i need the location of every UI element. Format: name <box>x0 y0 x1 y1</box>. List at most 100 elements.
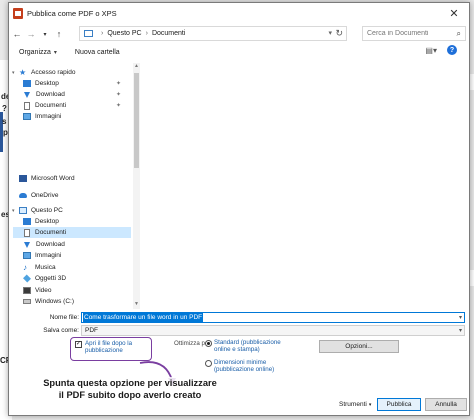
radio-minimum[interactable] <box>205 360 212 367</box>
nav-pc-download[interactable]: Download <box>13 239 131 250</box>
annotation-callout: Spunta questa opzione per visualizzare i… <box>10 377 250 401</box>
nav-pc-documents[interactable]: Documenti <box>13 227 131 238</box>
filetype-label: Salva come: <box>43 326 79 334</box>
nav-quick-desktop[interactable]: Desktop ✦ <box>13 78 131 89</box>
filename-input[interactable]: Come trasformare un file word in un PDF … <box>81 311 465 323</box>
radio-standard-label[interactable]: Standard (pubblicazione online e stampa) <box>214 339 286 353</box>
nav-label: Desktop <box>35 218 59 225</box>
expand-icon[interactable]: ▾ <box>12 208 15 214</box>
nav-pc-music[interactable]: ♪ Musica <box>13 262 131 273</box>
breadcrumb-separator-icon: › <box>145 30 148 37</box>
nav-label: OneDrive <box>31 192 59 199</box>
cancel-button[interactable]: Annulla <box>425 398 467 411</box>
nav-quick-documents[interactable]: Documenti ✦ <box>13 100 131 111</box>
breadcrumb-this-pc[interactable]: Questo PC <box>107 30 141 37</box>
command-toolbar: Organizza ▾ Nuova cartella ▤▾ ? <box>9 45 469 59</box>
nav-pc-video[interactable]: Video <box>13 285 131 296</box>
nav-label: Documenti <box>35 102 67 109</box>
organize-menu[interactable]: Organizza ▾ <box>19 49 57 56</box>
filename-label: Nome file: <box>49 313 79 321</box>
nav-label: Oggetti 3D <box>35 275 67 282</box>
navigation-pane: ▾ ★ Accesso rapido Desktop ✦ Download ✦ … <box>12 63 133 309</box>
desktop-icon <box>23 80 31 87</box>
view-options-icon[interactable]: ▤▾ <box>425 46 437 55</box>
expand-icon[interactable]: ▾ <box>12 70 15 76</box>
refresh-icon[interactable]: ↻ <box>335 28 343 39</box>
open-after-label[interactable]: Apri il file dopo la pubblicazione <box>85 340 151 354</box>
new-folder-label: Nuova cartella <box>74 48 120 56</box>
filename-row: Nome file: Come trasformare un file word… <box>9 311 469 323</box>
nav-label: Video <box>35 287 52 294</box>
pin-icon: ✦ <box>115 92 121 98</box>
chevron-down-icon[interactable]: ▾ <box>459 314 462 321</box>
scroll-down-icon[interactable]: ▼ <box>133 301 140 309</box>
close-icon[interactable]: ✕ <box>439 3 469 23</box>
search-input[interactable] <box>367 30 447 37</box>
search-box[interactable]: ⌕ <box>362 26 466 41</box>
back-arrow-icon[interactable]: ← <box>11 27 23 41</box>
options-button[interactable]: Opzioni... <box>319 340 399 353</box>
dialog-title: Pubblica come PDF o XPS <box>27 8 117 18</box>
download-icon <box>24 91 30 98</box>
toolbar-right: ▤▾ ? <box>425 45 457 55</box>
music-icon: ♪ <box>23 263 27 272</box>
filetype-row: Salva come: PDF ▾ <box>9 324 469 336</box>
navigation-row: ← → ▾ ↑ › Questo PC › Documenti ▾ ↻ ⌕ <box>9 25 469 43</box>
help-icon[interactable]: ? <box>447 45 457 55</box>
computer-icon <box>19 207 27 214</box>
nav-label: Questo PC <box>31 207 63 214</box>
filename-value: Come trasformare un file word in un PDF <box>83 312 204 322</box>
title-bar[interactable]: Pubblica come PDF o XPS ✕ <box>9 3 469 23</box>
nav-pc-windows-c[interactable]: Windows (C:) <box>13 296 131 307</box>
forward-arrow-icon[interactable]: → <box>25 27 37 41</box>
nav-label: Desktop <box>35 80 59 87</box>
document-text-fragment: s <box>2 117 7 126</box>
document-icon <box>24 228 30 237</box>
nav-quick-download[interactable]: Download ✦ <box>13 89 131 100</box>
chevron-down-icon[interactable]: ▾ <box>459 327 462 334</box>
filetype-select[interactable]: PDF ▾ <box>81 324 465 336</box>
annotation-line-2: il PDF subito dopo averlo creato <box>58 390 202 400</box>
nav-label: Accesso rapido <box>31 69 76 76</box>
star-icon: ★ <box>19 68 27 77</box>
chevron-down-icon: ▾ <box>368 402 372 408</box>
search-icon[interactable]: ⌕ <box>457 29 461 39</box>
cloud-icon <box>19 193 27 198</box>
nav-label: Immagini <box>35 113 62 120</box>
this-pc-icon <box>84 30 93 37</box>
nav-label: Download <box>36 91 65 98</box>
filetype-value: PDF <box>85 326 98 334</box>
nav-label: Musica <box>35 264 56 271</box>
radio-standard[interactable] <box>205 340 212 347</box>
nav-pc-3d-objects[interactable]: Oggetti 3D <box>13 273 131 284</box>
nav-quick-access[interactable]: ▾ ★ Accesso rapido <box>12 67 131 78</box>
nav-scrollbar[interactable]: ▲ ▼ <box>133 63 140 309</box>
new-folder-button[interactable]: Nuova cartella <box>75 49 120 56</box>
nav-onedrive[interactable]: OneDrive <box>13 190 131 201</box>
nav-quick-images[interactable]: Immagini <box>13 111 131 122</box>
images-icon <box>23 252 31 259</box>
nav-microsoft-word[interactable]: Microsoft Word <box>13 173 131 184</box>
organize-label: Organizza <box>19 48 51 56</box>
video-icon <box>23 287 31 294</box>
breadcrumb-documents[interactable]: Documenti <box>152 30 185 37</box>
nav-label: Windows (C:) <box>35 298 75 305</box>
nav-pc-images[interactable]: Immagini <box>13 250 131 261</box>
document-text-fragment: ? <box>2 104 7 113</box>
scroll-up-icon[interactable]: ▲ <box>133 63 140 71</box>
scrollbar-thumb[interactable] <box>134 73 139 168</box>
tools-menu[interactable]: Strumenti ▾ <box>339 401 371 408</box>
nav-this-pc[interactable]: ▾ Questo PC <box>12 205 131 216</box>
nav-pc-desktop[interactable]: Desktop <box>13 216 131 227</box>
address-bar[interactable]: › Questo PC › Documenti ▾ ↻ <box>79 26 347 41</box>
publish-button[interactable]: Pubblica <box>377 398 421 411</box>
file-list-area[interactable] <box>141 63 467 309</box>
address-dropdown-icon[interactable]: ▾ <box>328 29 332 37</box>
nav-label: Immagini <box>35 252 62 259</box>
document-icon <box>24 101 30 110</box>
open-after-checkbox[interactable]: ✓ <box>75 341 82 348</box>
up-arrow-icon[interactable]: ↑ <box>53 27 65 41</box>
radio-minimum-label[interactable]: Dimensioni minime (pubblicazione online) <box>214 359 286 373</box>
recent-locations-icon[interactable]: ▾ <box>39 27 51 41</box>
annotation-line-1: Spunta questa opzione per visualizzare <box>43 378 217 388</box>
